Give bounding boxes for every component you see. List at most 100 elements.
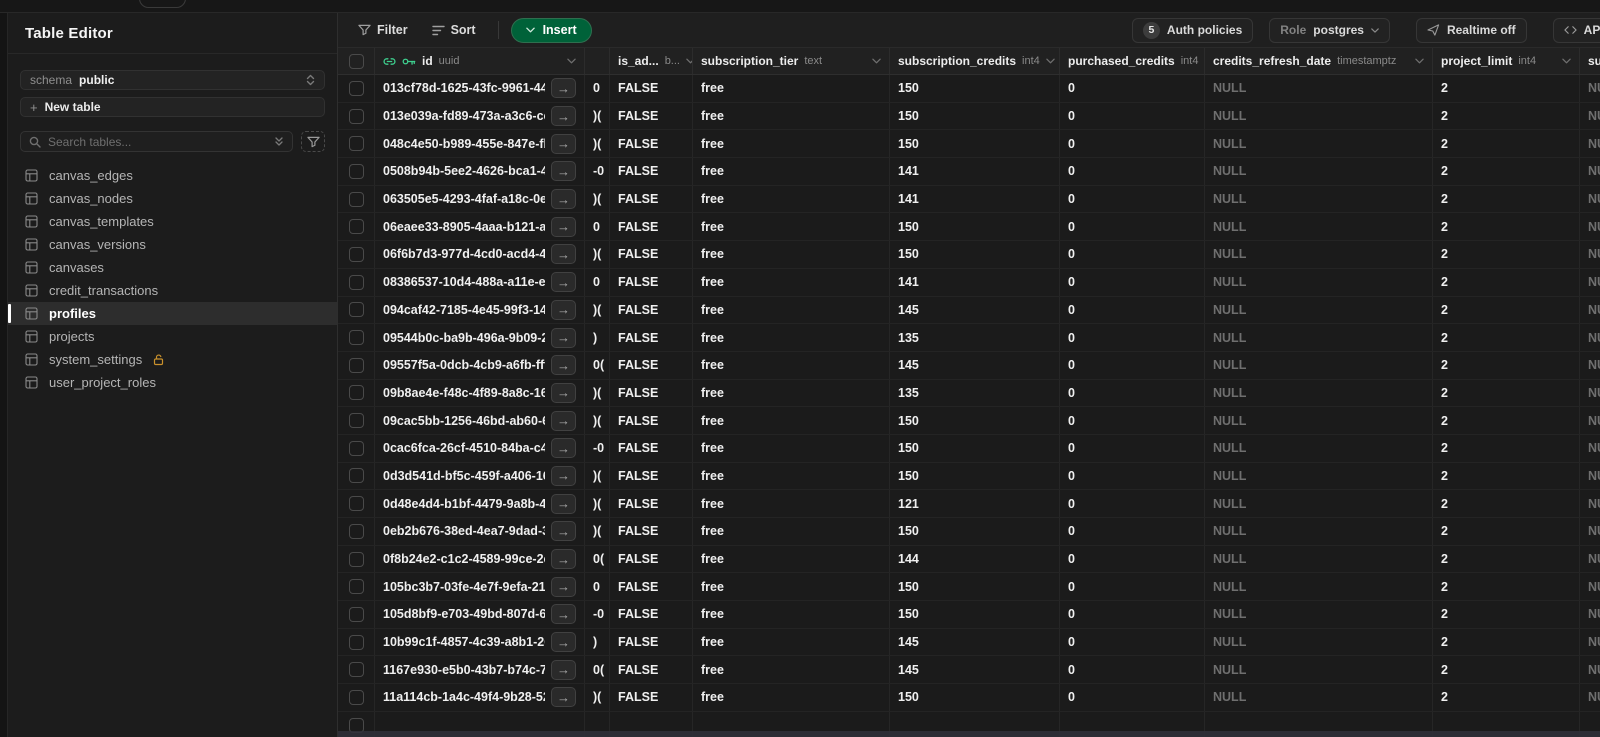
sidebar-item-user_project_roles[interactable]: user_project_roles	[8, 371, 337, 394]
cell-su[interactable]: NU	[1580, 463, 1600, 490]
cell-fragment[interactable]: )(	[585, 379, 610, 407]
cell-id[interactable]: 09b8ae4e-f48c-4f89-8a8c-1629b... →	[375, 379, 585, 407]
cell-credits_refresh_date[interactable]: NULL	[1205, 518, 1433, 545]
cell-su[interactable]: NU	[1580, 241, 1600, 268]
row-checkbox[interactable]	[348, 136, 364, 152]
cell-id[interactable]: 013cf78d-1625-43fc-9961-442189... →	[375, 75, 585, 102]
cell-purchased_credits[interactable]: 0	[1060, 545, 1205, 573]
role-select-button[interactable]: Role postgres	[1269, 17, 1390, 43]
expand-row-button[interactable]: →	[551, 106, 576, 127]
cell-purchased_credits[interactable]: 0	[1060, 130, 1205, 158]
cell-subscription_tier[interactable]: free	[693, 601, 890, 628]
cell-subscription_credits[interactable]: 145	[890, 296, 1060, 324]
cell-subscription_tier[interactable]: free	[693, 185, 890, 213]
cell-credits_refresh_date[interactable]: NULL	[1205, 379, 1433, 407]
cell-project_limit[interactable]: 2	[1433, 185, 1580, 213]
cell-credits_refresh_date[interactable]: NULL	[1205, 573, 1433, 601]
cell-fragment[interactable]: )(	[585, 102, 610, 130]
row-checkbox[interactable]	[348, 191, 364, 207]
cell-subscription_tier[interactable]: free	[693, 656, 890, 684]
row-checkbox[interactable]	[348, 108, 364, 124]
column-header-credits_refresh_date[interactable]: credits_refresh_date timestamptz	[1205, 48, 1433, 74]
cell-id[interactable]: 10b99c1f-4857-4c39-a8b1-263b8... →	[375, 628, 585, 656]
cell-select[interactable]	[338, 601, 375, 628]
expand-row-button[interactable]: →	[551, 355, 576, 376]
cell-credits_refresh_date[interactable]: NULL	[1205, 490, 1433, 517]
cell-is_admin[interactable]: FALSE	[610, 601, 693, 628]
expand-row-button[interactable]: →	[551, 327, 576, 348]
cell-su[interactable]: NU	[1580, 435, 1600, 462]
cell-project_limit[interactable]: 2	[1433, 545, 1580, 573]
cell-fragment[interactable]: )	[585, 628, 610, 656]
cell-select[interactable]	[338, 684, 375, 711]
cell-su[interactable]: NU	[1580, 518, 1600, 545]
cell-fragment[interactable]: )(	[585, 462, 610, 490]
sidebar-item-canvas_versions[interactable]: canvas_versions	[8, 233, 337, 256]
expand-row-button[interactable]: →	[551, 493, 576, 514]
sidebar-filter-button[interactable]	[301, 131, 325, 152]
expand-row-button[interactable]: →	[551, 687, 576, 708]
cell-purchased_credits[interactable]: 0	[1060, 268, 1205, 296]
sidebar-item-canvas_edges[interactable]: canvas_edges	[8, 164, 337, 187]
cell-project_limit[interactable]: 2	[1433, 434, 1580, 462]
sort-button[interactable]: Sort	[422, 17, 486, 43]
cell-subscription_credits[interactable]: 144	[890, 545, 1060, 573]
cell-id[interactable]: 09557f5a-0dcb-4cb9-a6fb-fff366... →	[375, 351, 585, 379]
cell-su[interactable]: NU	[1580, 269, 1600, 296]
cell-credits_refresh_date[interactable]: NULL	[1205, 628, 1433, 656]
cell-su[interactable]: NU	[1580, 213, 1600, 240]
cell-is_admin[interactable]: FALSE	[610, 490, 693, 517]
cell-purchased_credits[interactable]: 0	[1060, 158, 1205, 185]
cell-subscription_tier[interactable]: free	[693, 351, 890, 379]
cell-credits_refresh_date[interactable]: NULL	[1205, 434, 1433, 462]
cell-credits_refresh_date[interactable]: NULL	[1205, 75, 1433, 102]
row-checkbox[interactable]	[348, 689, 364, 705]
column-header-su[interactable]: su	[1580, 48, 1600, 74]
realtime-toggle-button[interactable]: Realtime off	[1415, 17, 1527, 43]
cell-project_limit[interactable]: 2	[1433, 75, 1580, 102]
cell-subscription_credits[interactable]: 145	[890, 351, 1060, 379]
cell-fragment[interactable]: )	[585, 324, 610, 351]
cell-id[interactable]: 06eaee33-8905-4aaa-b121-ab552... →	[375, 213, 585, 241]
row-checkbox[interactable]	[348, 662, 364, 678]
expand-row-button[interactable]: →	[551, 576, 576, 597]
cell-project_limit[interactable]: 2	[1433, 213, 1580, 241]
expand-row-button[interactable]: →	[551, 133, 576, 154]
cell-fragment[interactable]: 0(	[585, 545, 610, 573]
cell-subscription_tier[interactable]: free	[693, 684, 890, 711]
schema-select[interactable]: schema public	[20, 70, 325, 90]
expand-row-button[interactable]: →	[551, 216, 576, 237]
cell-is_admin[interactable]: FALSE	[610, 351, 693, 379]
cell-subscription_credits[interactable]: 141	[890, 185, 1060, 213]
cell-select[interactable]	[338, 213, 375, 241]
column-menu-chevron-icon[interactable]	[567, 58, 576, 64]
cell-select[interactable]	[338, 434, 375, 462]
cell-id[interactable]: 11a114cb-1a4c-49f4-9b28-52219ec... →	[375, 684, 585, 711]
cell-su[interactable]: NU	[1580, 546, 1600, 573]
cell-credits_refresh_date[interactable]: NULL	[1205, 407, 1433, 434]
cell-subscription_tier[interactable]: free	[693, 102, 890, 130]
auth-policies-button[interactable]: 5 Auth policies	[1131, 17, 1254, 43]
sidebar-item-system_settings[interactable]: system_settings	[8, 348, 337, 371]
row-checkbox[interactable]	[348, 413, 364, 429]
cell-su[interactable]: NU	[1580, 352, 1600, 379]
cell-purchased_credits[interactable]: 0	[1060, 185, 1205, 213]
cell-select[interactable]	[338, 518, 375, 545]
row-checkbox[interactable]	[348, 496, 364, 512]
cell-id[interactable]: 0508b94b-5ee2-4626-bca1-4bca... →	[375, 158, 585, 185]
expand-row-button[interactable]: →	[551, 521, 576, 542]
cell-subscription_tier[interactable]: free	[693, 573, 890, 601]
cell-purchased_credits[interactable]: 0	[1060, 434, 1205, 462]
expand-row-button[interactable]: →	[551, 382, 576, 403]
cell-id[interactable]: 094caf42-7185-4e45-99f3-14abee... →	[375, 296, 585, 324]
cell-fragment[interactable]: 0(	[585, 656, 610, 684]
cell-credits_refresh_date[interactable]: NULL	[1205, 351, 1433, 379]
cell-credits_refresh_date[interactable]: NULL	[1205, 656, 1433, 684]
cell-purchased_credits[interactable]: 0	[1060, 379, 1205, 407]
cell-project_limit[interactable]: 2	[1433, 324, 1580, 351]
cell-credits_refresh_date[interactable]: NULL	[1205, 684, 1433, 711]
row-checkbox[interactable]	[348, 302, 364, 318]
cell-project_limit[interactable]: 2	[1433, 130, 1580, 158]
sidebar-item-credit_transactions[interactable]: credit_transactions	[8, 279, 337, 302]
cell-is_admin[interactable]: FALSE	[610, 379, 693, 407]
